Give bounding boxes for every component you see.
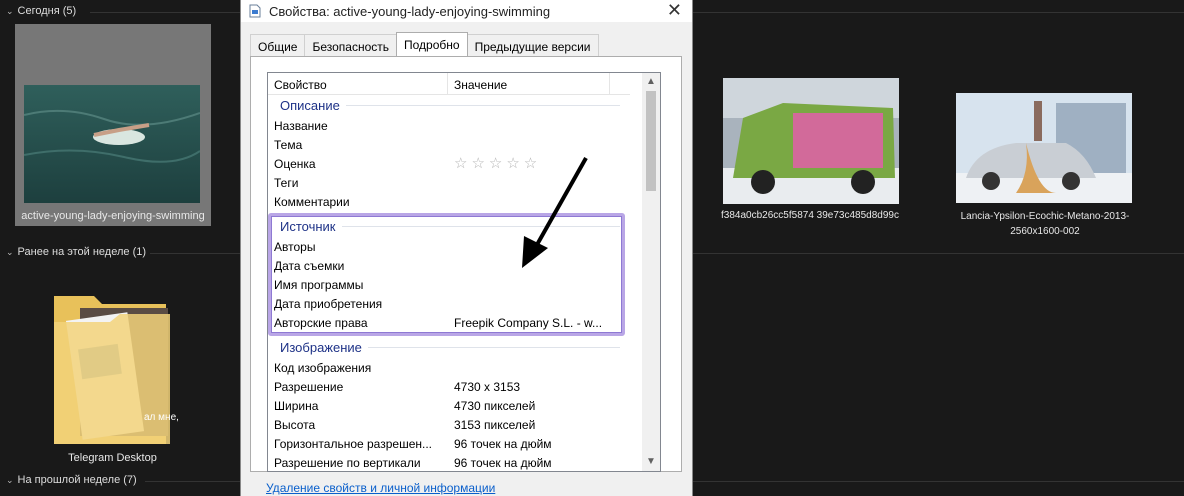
column-header: Свойство Значение xyxy=(268,73,630,95)
row-name[interactable]: Название xyxy=(274,119,614,133)
row-dimensions[interactable]: Разрешение 4730 x 3153 xyxy=(274,380,614,394)
lancia-thumbnail xyxy=(956,93,1132,203)
prop-value: 3153 пикселей xyxy=(454,418,536,432)
divider xyxy=(693,481,1184,482)
group-today[interactable]: ⌄ Сегодня (5) xyxy=(6,5,76,17)
prop-value: 96 точек на дюйм xyxy=(454,437,552,451)
prop-label: Тема xyxy=(274,138,303,152)
chevron-down-icon: ⌄ xyxy=(6,246,14,257)
prop-label: Разрешение xyxy=(274,380,344,394)
file-item-van[interactable]: f384a0cb26cc5f5874 39e73c485d8d99c xyxy=(720,78,900,228)
group-earlier-this-week[interactable]: ⌄ Ранее на этой неделе (1) xyxy=(6,246,146,258)
chevron-down-icon: ⌄ xyxy=(6,474,14,485)
prop-label: Высота xyxy=(274,418,316,432)
section-label: Изображение xyxy=(280,340,362,355)
scrollbar-thumb[interactable] xyxy=(646,91,656,191)
swimming-thumbnail xyxy=(24,85,200,203)
divider xyxy=(90,12,240,13)
prop-label: Ширина xyxy=(274,399,319,413)
prop-label: Оценка xyxy=(274,157,316,171)
section-description: Описание xyxy=(280,98,620,113)
tab-previous-versions[interactable]: Предыдущие версии xyxy=(466,34,599,56)
prop-label: Теги xyxy=(274,176,299,190)
row-vertical-resolution[interactable]: Разрешение по вертикали 96 точек на дюйм xyxy=(274,456,614,470)
prop-label: Горизонтальное разрешен... xyxy=(274,437,433,451)
file-item-lancia[interactable]: Lancia-Ypsilon-Ecochic-Metano-2013-2560x… xyxy=(950,93,1140,243)
group-label: Сегодня (5) xyxy=(17,5,77,17)
section-image: Изображение xyxy=(280,340,620,355)
divider xyxy=(693,253,1184,254)
divider xyxy=(145,481,240,482)
file-name: Telegram Desktop xyxy=(68,452,157,464)
file-name: active-young-lady-enjoying-swimming xyxy=(21,210,205,222)
row-width[interactable]: Ширина 4730 пикселей xyxy=(274,399,614,413)
section-label: Описание xyxy=(280,98,340,113)
file-name: Lancia-Ypsilon-Ecochic-Metano-2013-2560x… xyxy=(960,211,1130,237)
prop-value: 4730 пикселей xyxy=(454,399,536,413)
row-horizontal-resolution[interactable]: Горизонтальное разрешен... 96 точек на дю… xyxy=(274,437,614,451)
remove-properties-link[interactable]: Удаление свойств и личной информации xyxy=(266,481,495,495)
tab-general[interactable]: Общие xyxy=(250,34,306,56)
dialog-titlebar[interactable]: Свойства: active-young-lady-enjoying-swi… xyxy=(241,0,692,22)
prop-value: 4730 x 3153 xyxy=(454,380,521,394)
prop-value xyxy=(454,119,614,133)
row-image-id[interactable]: Код изображения xyxy=(274,361,614,375)
van-thumbnail xyxy=(723,78,899,204)
tab-strip: Общие Безопасность Подробно Предыдущие в… xyxy=(250,32,599,56)
chevron-down-icon[interactable]: ▼ xyxy=(642,453,660,471)
file-name: f384a0cb26cc5f5874 39e73c485d8d99c xyxy=(721,210,899,221)
close-icon[interactable]: ✕ xyxy=(667,0,682,20)
arrow-icon xyxy=(522,157,588,268)
tab-security[interactable]: Безопасность xyxy=(304,34,398,56)
group-label: Ранее на этой неделе (1) xyxy=(17,246,147,258)
file-item-swimming[interactable]: active-young-lady-enjoying-swimming xyxy=(15,24,211,226)
group-last-week[interactable]: ⌄ На прошлой неделе (7) xyxy=(6,474,137,486)
prop-label: Разрешение по вертикали xyxy=(274,456,421,470)
prop-label: Комментарии xyxy=(274,195,350,209)
prop-value xyxy=(454,361,614,375)
divider xyxy=(150,253,240,254)
chevron-down-icon: ⌄ xyxy=(6,5,14,16)
dialog-title: Свойства: active-young-lady-enjoying-swi… xyxy=(269,3,551,19)
prop-label: Код изображения xyxy=(274,361,372,375)
row-height[interactable]: Высота 3153 пикселей xyxy=(274,418,614,432)
chevron-up-icon[interactable]: ▲ xyxy=(642,73,660,91)
tab-details[interactable]: Подробно xyxy=(396,32,468,56)
folder-overlay-text: ал мне, xyxy=(144,412,179,423)
prop-value: 96 точек на дюйм xyxy=(454,456,552,470)
vertical-scrollbar[interactable]: ▲ ▼ xyxy=(642,73,660,471)
column-value[interactable]: Значение xyxy=(448,73,610,94)
column-property[interactable]: Свойство xyxy=(268,73,448,94)
group-label: На прошлой неделе (7) xyxy=(17,474,137,486)
folder-telegram-desktop[interactable]: ал мне, Telegram Desktop xyxy=(30,280,195,470)
prop-label: Название xyxy=(274,119,328,133)
file-icon xyxy=(249,4,261,18)
divider xyxy=(693,12,1184,13)
